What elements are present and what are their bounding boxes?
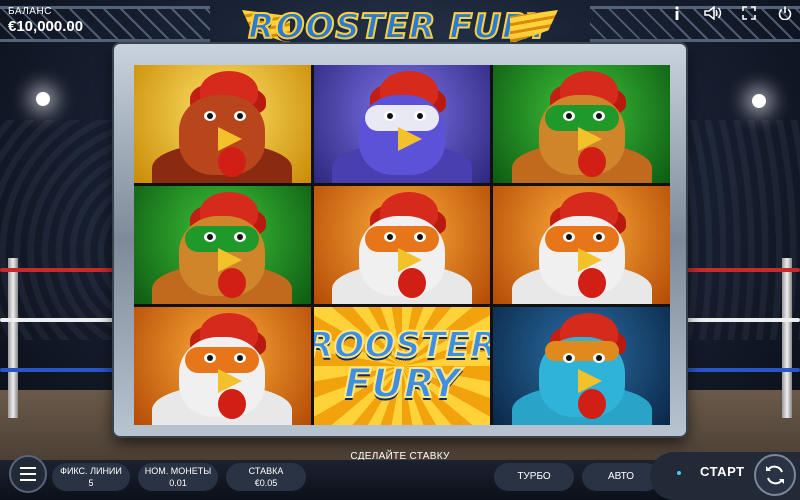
rooster-eye <box>383 111 396 121</box>
wild-text-bottom: FURY <box>343 361 461 407</box>
wild-text-top: ROOSTER <box>313 325 491 366</box>
reel-cell-orange-masked-rooster <box>134 307 311 425</box>
top-right-icons <box>668 4 794 22</box>
status-dot <box>677 471 681 475</box>
rooster-wattle <box>577 147 606 177</box>
ring-post-left <box>8 258 18 418</box>
spotlight-right <box>752 94 766 108</box>
turbo-label: ТУРБО <box>517 471 551 482</box>
ring-rope-red-left <box>0 268 120 272</box>
hamburger-icon <box>20 473 36 475</box>
rooster-eye <box>204 353 216 363</box>
lines-value: 5 <box>88 478 94 488</box>
spin-button[interactable] <box>754 454 796 496</box>
coin-value: 0.01 <box>169 478 187 488</box>
spotlight-left <box>36 92 50 106</box>
hamburger-icon <box>20 479 36 481</box>
reel-cell-wild-symbol: ROOSTER FURY <box>313 307 491 425</box>
rooster-beak <box>397 127 422 151</box>
logo-text: ROOSTER FURY <box>247 6 552 48</box>
ring-rope-blue-right <box>680 368 800 372</box>
rooster-eye <box>413 232 426 242</box>
rooster-wattle <box>397 268 426 298</box>
coin-label: НОМ. МОНЕТЫ <box>144 466 212 476</box>
auto-button[interactable]: АВТО <box>582 463 660 491</box>
reel-frame: ROOSTER FURY <box>114 44 686 436</box>
reel-cell-orange-masked-rooster <box>313 186 491 304</box>
sound-icon[interactable] <box>704 4 722 22</box>
reel-cell-red-rooster <box>134 65 311 183</box>
power-icon[interactable] <box>776 4 794 22</box>
info-icon[interactable] <box>668 4 686 22</box>
balance-label: БАЛАНС <box>8 6 52 17</box>
reel-cell-orange-masked-rooster <box>493 186 670 304</box>
rooster-headgear <box>544 341 619 361</box>
rooster-eye <box>234 111 246 121</box>
wild-symbol-text: ROOSTER FURY <box>314 307 491 425</box>
bet-control[interactable]: СТАВКА €0.05 <box>226 463 306 491</box>
coin-value-control[interactable]: НОМ. МОНЕТЫ 0.01 <box>138 463 218 491</box>
rooster-eye <box>234 232 246 242</box>
rooster-eye <box>204 111 216 121</box>
auto-label: АВТО <box>607 471 635 482</box>
rooster-eye <box>204 232 216 242</box>
start-label[interactable]: СТАРТ <box>700 464 745 479</box>
rooster-wattle <box>577 268 606 298</box>
reel-cell-blue-rooster <box>493 307 670 425</box>
rooster-eye <box>234 353 246 363</box>
bet-value: €0.05 <box>254 478 278 488</box>
turbo-button[interactable]: ТУРБО <box>494 463 574 491</box>
rooster-eye <box>383 232 396 242</box>
hamburger-icon <box>20 467 36 469</box>
lines-control[interactable]: ФИКС. ЛИНИИ 5 <box>52 463 130 491</box>
ring-rope-blue-left <box>0 368 120 372</box>
ring-rope-white-left <box>0 318 120 322</box>
ring-rope-white-right <box>680 318 800 322</box>
reel-cell-green-masked-rooster <box>493 65 670 183</box>
ring-post-right <box>782 258 792 418</box>
menu-button[interactable] <box>9 455 47 493</box>
bet-label: СТАВКА <box>248 466 284 476</box>
rooster-wattle <box>577 389 606 419</box>
lines-label: ФИКС. ЛИНИИ <box>60 466 122 476</box>
reel-cell-green-masked-rooster <box>134 186 311 304</box>
reel-cell-purple-masked-rooster <box>313 65 491 183</box>
spin-arrows-icon <box>766 465 784 485</box>
reel-grid: ROOSTER FURY <box>134 65 670 425</box>
rooster-eye <box>413 111 426 121</box>
balance-value: €10,000.00 <box>8 18 84 35</box>
fullscreen-icon[interactable] <box>740 4 758 22</box>
ring-rope-red-right <box>680 268 800 272</box>
